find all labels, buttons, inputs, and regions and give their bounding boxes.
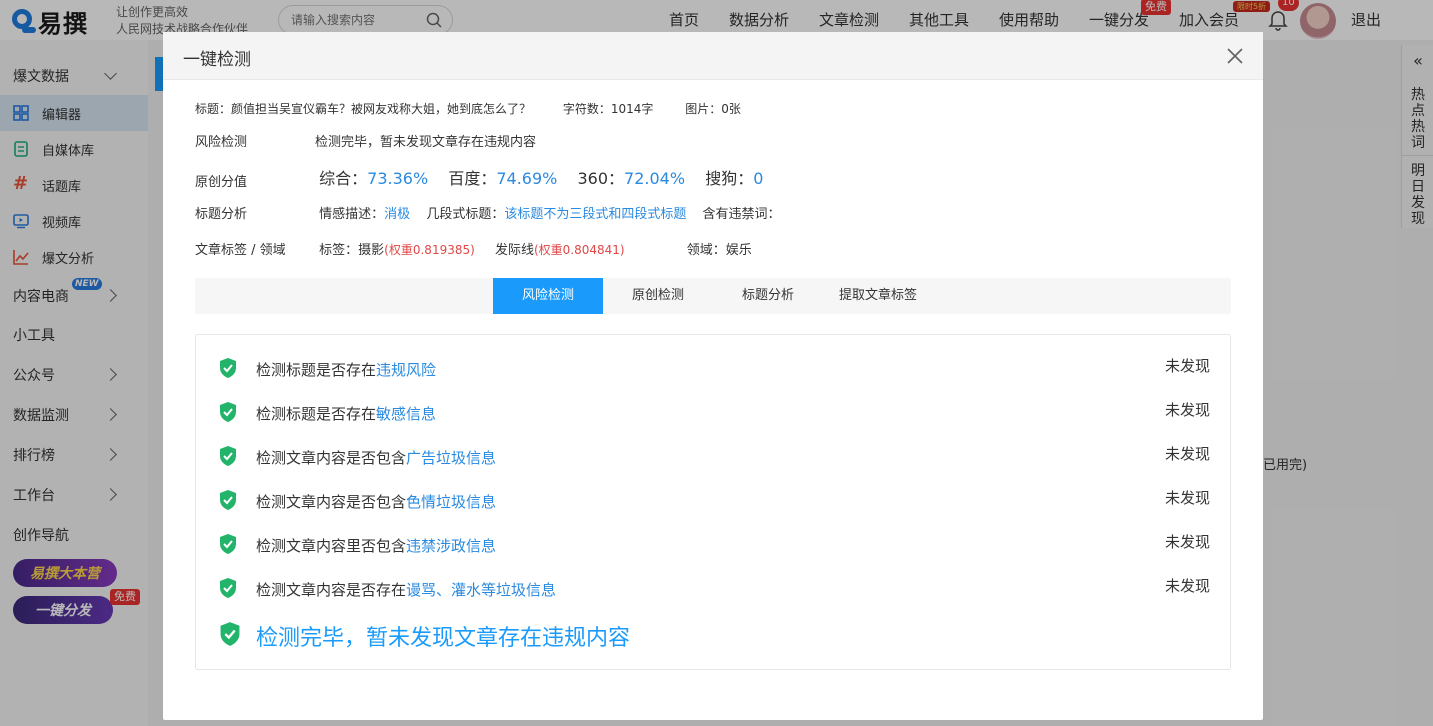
check-text: 检测文章内容是否存在谩骂、灌水等垃圾信息 [256,579,556,600]
meta-images-value: 0张 [721,102,741,116]
check-prefix: 检测文章内容里否包含 [256,537,407,555]
check-text: 检测文章内容里否包含违禁涉政信息 [256,535,496,556]
domain-value: 娱乐 [725,243,752,258]
banned-words-label: 含有违禁词： [702,207,781,222]
shield-check-icon [220,622,240,646]
s360-label: 360： [577,169,625,188]
check-item: 检测标题是否存在敏感信息 未发现 [196,391,1230,435]
check-tabs: 风险检测 原创检测 标题分析 提取文章标签 [195,278,1231,314]
shield-check-icon [220,446,236,466]
originality-row: 原创分值 综合：73.36% 百度：74.69% 360：72.04% 搜狗：0 [195,165,763,190]
one-click-check-modal: 一键检测 标题：颜值担当吴宣仪霸车？被网友戏称大姐，她到底怎么了？ 字符数：10… [163,32,1263,720]
final-result-message: 检测完毕，暂未发现文章存在违规内容 [256,626,631,651]
tag-1-weight: (权重0.819385) [384,243,475,257]
check-item: 检测文章内容是否存在谩骂、灌水等垃圾信息 未发现 [196,567,1230,611]
check-highlight: 敏感信息 [376,405,437,423]
check-status: 未发现 [1164,445,1210,463]
segment-value: 该标题不为三段式和四段式标题 [504,207,687,222]
risk-row: 风险检测 检测完毕，暂未发现文章存在违规内容 [195,131,536,150]
domain-label: 领域： [686,243,726,258]
originality-label: 原创分值 [195,175,248,190]
tab-originality-check[interactable]: 原创检测 [603,278,713,314]
check-text: 检测文章内容是否包含色情垃圾信息 [256,491,496,512]
check-text: 检测标题是否存在违规风险 [256,359,436,380]
meta-title-value: 颜值担当吴宣仪霸车？被网友戏称大姐，她到底怎么了？ [231,102,532,116]
tag-1: 摄影 [358,243,385,258]
check-item: 检测文章内容是否包含色情垃圾信息 未发现 [196,479,1230,523]
shield-check-icon [220,358,236,378]
check-item: 检测文章内容里否包含违禁涉政信息 未发现 [196,523,1230,567]
tag-2: 发际线 [494,243,534,258]
check-item: 检测标题是否存在违规风险 未发现 [196,347,1230,391]
shield-check-icon [220,490,236,510]
check-text: 检测标题是否存在敏感信息 [256,403,436,424]
sogou-score: 0 [753,169,764,188]
close-icon[interactable] [1225,46,1245,66]
sogou-label: 搜狗： [705,169,754,188]
shield-check-icon [220,402,236,422]
risk-check-panel: 检测标题是否存在违规风险 未发现 检测标题是否存在敏感信息 未发现 检测文章内容… [195,334,1231,670]
baidu-label: 百度： [448,169,497,188]
check-highlight: 广告垃圾信息 [406,449,497,467]
check-status: 未发现 [1164,489,1210,507]
article-meta-row: 标题：颜值担当吴宣仪霸车？被网友戏称大姐，她到底怎么了？ 字符数：1014字 图… [195,100,741,117]
tab-extract-tags[interactable]: 提取文章标签 [823,278,933,314]
tag-2-weight: (权重0.804841) [533,243,625,257]
check-highlight: 色情垃圾信息 [406,493,497,511]
check-highlight: 违规风险 [376,361,437,379]
meta-chars-label: 字符数： [562,102,611,116]
baidu-score: 74.69% [496,169,558,188]
check-prefix: 检测文章内容是否包含 [256,449,407,467]
check-status: 未发现 [1164,577,1210,595]
tags-row: 文章标签 / 领域 标签：摄影(权重0.819385) 发际线(权重0.8048… [195,239,752,258]
tab-risk-check[interactable]: 风险检测 [493,278,603,314]
tab-title-analysis[interactable]: 标题分析 [713,278,823,314]
check-status: 未发现 [1164,401,1210,419]
meta-chars-value: 1014字 [610,102,654,116]
sentiment-value: 消极 [384,207,411,222]
tags-domain-label: 文章标签 / 领域 [195,243,286,258]
title-analysis-label: 标题分析 [195,207,248,222]
check-status: 未发现 [1164,357,1210,375]
risk-value: 检测完毕，暂未发现文章存在违规内容 [315,135,537,150]
check-prefix: 检测文章内容是否包含 [256,493,407,511]
check-item: 检测文章内容是否包含广告垃圾信息 未发现 [196,435,1230,479]
check-prefix: 检测标题是否存在 [256,405,377,423]
tags-label: 标签： [319,243,359,258]
s360-score: 72.04% [624,169,686,188]
shield-check-icon [220,578,236,598]
shield-check-icon [220,534,236,554]
modal-title: 一键检测 [183,50,251,70]
check-text: 检测文章内容是否包含广告垃圾信息 [256,447,496,468]
check-status: 未发现 [1164,533,1210,551]
meta-title-label: 标题： [195,102,232,116]
check-prefix: 检测标题是否存在 [256,361,377,379]
modal-header: 一键检测 [163,32,1263,80]
composite-label: 综合： [319,169,368,188]
composite-score: 73.36% [367,169,429,188]
check-highlight: 谩骂、灌水等垃圾信息 [406,581,557,599]
risk-label: 风险检测 [195,135,248,150]
check-prefix: 检测文章内容是否存在 [256,581,407,599]
title-analysis-row: 标题分析 情感描述：消极 几段式标题：该标题不为三段式和四段式标题 含有违禁词： [195,203,781,222]
sentiment-label: 情感描述： [319,207,385,222]
check-highlight: 违禁涉政信息 [406,537,497,555]
segment-label: 几段式标题： [426,207,505,222]
meta-images-label: 图片： [685,102,722,116]
